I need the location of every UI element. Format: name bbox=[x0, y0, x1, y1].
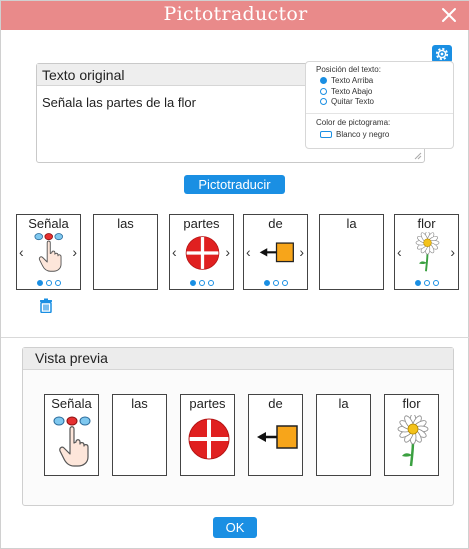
ok-button[interactable]: OK bbox=[213, 517, 257, 538]
preview-word: Señala bbox=[51, 396, 92, 411]
checkbox-label: Blanco y negro bbox=[336, 130, 390, 139]
chevron-right-icon[interactable]: › bbox=[299, 245, 304, 259]
close-icon[interactable] bbox=[438, 4, 460, 26]
preview-word: flor bbox=[402, 396, 421, 411]
section-divider bbox=[1, 337, 469, 338]
preview-header: Vista previa bbox=[23, 348, 453, 370]
variant-dot[interactable] bbox=[45, 280, 52, 286]
chevron-right-icon[interactable]: › bbox=[72, 245, 77, 259]
radio-remove-text[interactable]: Quitar Texto bbox=[320, 97, 374, 106]
quartered-circle-icon bbox=[184, 235, 221, 271]
pictotraductor-dialog: Pictotraductor Texto original Señala las… bbox=[0, 0, 469, 549]
variant-dot[interactable] bbox=[432, 280, 439, 286]
variant-dot[interactable] bbox=[414, 280, 421, 286]
preview-card: flor bbox=[384, 394, 439, 476]
variant-dot[interactable] bbox=[423, 280, 430, 286]
dialog-title: Pictotraductor bbox=[163, 3, 308, 25]
pictotraducir-button[interactable]: Pictotraducir bbox=[184, 175, 285, 194]
preview-card: de bbox=[248, 394, 303, 476]
chevron-left-icon[interactable]: ‹ bbox=[246, 245, 251, 259]
checkbox[interactable] bbox=[320, 131, 332, 138]
variant-dots bbox=[244, 280, 307, 286]
variant-dot[interactable] bbox=[54, 280, 61, 286]
preview-card: las bbox=[112, 394, 167, 476]
arrow-from-square-icon bbox=[255, 419, 299, 459]
daisy-flower-icon bbox=[409, 232, 446, 272]
pictogram-word: Señala bbox=[28, 216, 69, 231]
radio-button[interactable] bbox=[320, 88, 327, 95]
options-divider bbox=[306, 113, 453, 114]
chevron-left-icon[interactable]: ‹ bbox=[19, 245, 24, 259]
variant-dot[interactable] bbox=[198, 280, 205, 286]
preview-word: de bbox=[268, 396, 283, 411]
pictogram-card[interactable]: flor ‹ › bbox=[394, 214, 459, 290]
pointing-hand-icon bbox=[51, 415, 95, 467]
variant-dot[interactable] bbox=[207, 280, 214, 286]
trash-icon[interactable] bbox=[39, 298, 53, 313]
pointing-hand-icon bbox=[31, 232, 68, 272]
variant-dots bbox=[170, 280, 233, 286]
radio-label: Texto Arriba bbox=[331, 76, 374, 85]
variant-dot[interactable] bbox=[281, 280, 288, 286]
quartered-circle-icon bbox=[187, 417, 231, 461]
variant-dot[interactable] bbox=[272, 280, 279, 286]
pictogram-card[interactable]: de ‹ › bbox=[243, 214, 308, 290]
original-text-heading: Texto original bbox=[42, 67, 125, 83]
pictogram-card[interactable]: las bbox=[93, 214, 158, 290]
preview-heading: Vista previa bbox=[35, 350, 108, 366]
radio-label: Texto Abajo bbox=[331, 87, 373, 96]
text-position-title: Posición del texto: bbox=[316, 65, 381, 74]
radio-text-below[interactable]: Texto Abajo bbox=[320, 87, 372, 96]
preview-panel: Vista previa Señala las partes de la flo… bbox=[22, 347, 454, 506]
preview-card: partes bbox=[180, 394, 235, 476]
preview-word: la bbox=[338, 396, 349, 411]
variant-dot[interactable] bbox=[36, 280, 43, 286]
pictogram-word: flor bbox=[417, 216, 436, 231]
chevron-left-icon[interactable]: ‹ bbox=[172, 245, 177, 259]
pictogram-word: la bbox=[346, 216, 357, 231]
pictogram-card[interactable]: partes ‹ › bbox=[169, 214, 234, 290]
radio-button[interactable] bbox=[320, 77, 327, 84]
radio-text-above[interactable]: Texto Arriba bbox=[320, 76, 373, 85]
chevron-left-icon[interactable]: ‹ bbox=[397, 245, 402, 259]
pictogram-word: partes bbox=[183, 216, 220, 231]
preview-card: la bbox=[316, 394, 371, 476]
radio-label: Quitar Texto bbox=[331, 97, 374, 106]
variant-dots bbox=[17, 280, 80, 286]
chevron-right-icon[interactable]: › bbox=[225, 245, 230, 259]
preview-card: Señala bbox=[44, 394, 99, 476]
pictogram-card[interactable]: Señala ‹ › bbox=[16, 214, 81, 290]
radio-button[interactable] bbox=[320, 98, 327, 105]
arrow-from-square-icon bbox=[258, 237, 295, 271]
black-white-toggle[interactable]: Blanco y negro bbox=[320, 130, 389, 139]
variant-dot[interactable] bbox=[189, 280, 196, 286]
variant-dot[interactable] bbox=[263, 280, 270, 286]
title-bar: Pictotraductor bbox=[1, 1, 469, 30]
pictogram-color-title: Color de pictograma: bbox=[316, 118, 391, 127]
pictogram-word: de bbox=[268, 216, 283, 231]
original-text-input[interactable]: Señala las partes de la flor bbox=[42, 95, 196, 110]
variant-dots bbox=[395, 280, 458, 286]
preview-word: las bbox=[131, 396, 148, 411]
chevron-right-icon[interactable]: › bbox=[450, 245, 455, 259]
resize-grip-icon[interactable] bbox=[412, 150, 422, 160]
pictogram-word: las bbox=[117, 216, 134, 231]
daisy-flower-icon bbox=[391, 415, 435, 467]
text-options-popover: Posición del texto: Texto Arriba Texto A… bbox=[305, 61, 454, 149]
pictogram-card[interactable]: la bbox=[319, 214, 384, 290]
preview-word: partes bbox=[189, 396, 226, 411]
